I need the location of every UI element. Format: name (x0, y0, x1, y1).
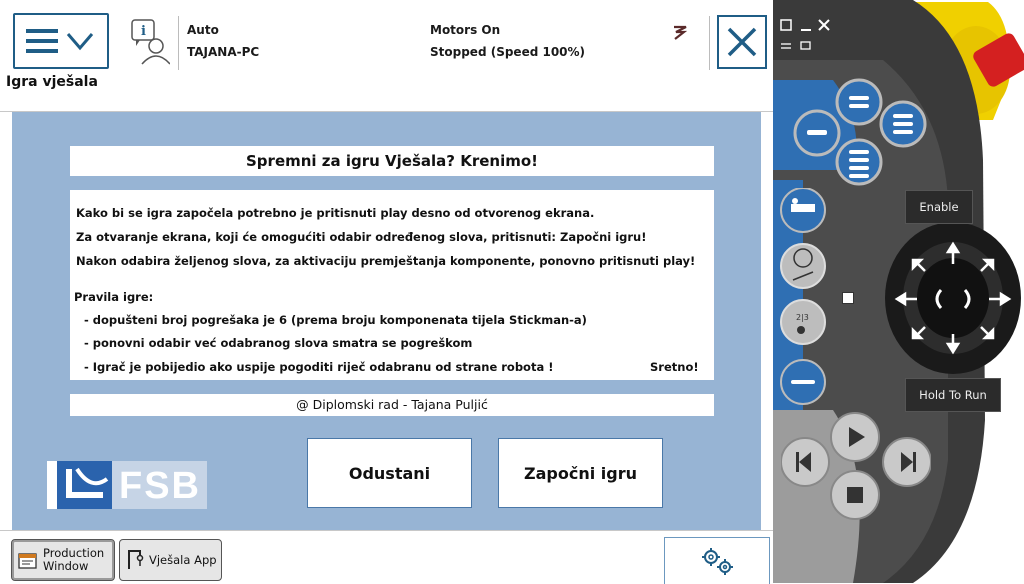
rules-heading: Pravila igre: (74, 290, 154, 304)
close-icon (727, 27, 757, 57)
instructions-panel: Kako bi se igra započela potrebno je pri… (70, 190, 714, 380)
jog-mode-keys[interactable]: 2|3 (777, 188, 831, 418)
production-window-button[interactable]: Production Window (11, 539, 115, 581)
rule-item: - dopušteni broj pogrešaka je 6 (prema b… (84, 313, 587, 327)
fsb-logo: FSB (47, 461, 207, 509)
flexpendant-screen: i Auto TAJANA-PC Motors On Stopped (Spee… (0, 0, 773, 584)
operating-mode: Auto (187, 23, 219, 37)
instruction-line: Kako bi se igra započela potrebno je pri… (76, 206, 595, 220)
motors-status: Motors On (430, 23, 501, 37)
program-execution-keys[interactable] (781, 405, 931, 530)
hangman-app-icon (128, 550, 144, 569)
window-controls (779, 19, 849, 50)
rule-item: - Igrač je pobijedio ako uspije pogoditi… (84, 360, 554, 374)
quickset-gears-icon (702, 548, 733, 575)
rule-item: - ponovni odabir već odabranog slova sma… (84, 336, 473, 350)
signal-status-icon (674, 25, 687, 40)
status-bar-info[interactable]: Auto TAJANA-PC Motors On Stopped (Speed … (178, 16, 710, 70)
app-content-area: Spremni za igru Vješala? Krenimo! Kako b… (12, 112, 761, 530)
joystick-indicator (842, 292, 854, 304)
instruction-line: Za otvaranje ekrana, koji će omogućiti o… (76, 230, 647, 244)
production-window-label-2: Window (43, 559, 89, 573)
quit-button[interactable]: Odustani (307, 438, 472, 508)
production-window-icon (18, 553, 37, 569)
system-name: TAJANA-PC (187, 45, 260, 59)
hangman-app-label: Vješala App (149, 553, 217, 567)
hangman-app-button[interactable]: Vješala App (119, 539, 222, 581)
enable-button[interactable]: Enable (905, 190, 973, 224)
taskbar: Production Window Vješala App (0, 530, 773, 584)
top-status-bar: i Auto TAJANA-PC Motors On Stopped (Spee… (0, 0, 773, 72)
good-luck-text: Sretno! (650, 360, 699, 374)
page-title: Igra vješala (6, 74, 98, 90)
user-info-button[interactable]: i (130, 18, 171, 66)
joystick[interactable] (891, 238, 1015, 360)
game-title: Spremni za igru Vješala? Krenimo! (70, 146, 714, 176)
program-state: Stopped (Speed 100%) (430, 45, 586, 59)
svg-text:i: i (141, 24, 146, 39)
hamburger-menu-icon (26, 29, 94, 53)
quickset-button[interactable] (664, 537, 770, 584)
main-menu-button[interactable] (13, 13, 109, 69)
fsb-logo-text: FSB (119, 465, 201, 507)
title-divider (0, 96, 773, 112)
user-info-icon: i (131, 19, 171, 65)
virtual-flexpendant-controller: 2|3 Enable Hold To Run (773, 0, 1024, 583)
programmable-keys[interactable] (787, 78, 927, 190)
instruction-line: Nakon odabira željenog slova, za aktivac… (76, 254, 696, 268)
author-footer: @ Diplomski rad - Tajana Puljić (70, 394, 714, 416)
svg-text:2|3: 2|3 (796, 313, 809, 322)
close-button[interactable] (717, 15, 767, 69)
start-game-button[interactable]: Započni igru (498, 438, 663, 508)
window-controls-icons (780, 19, 830, 50)
